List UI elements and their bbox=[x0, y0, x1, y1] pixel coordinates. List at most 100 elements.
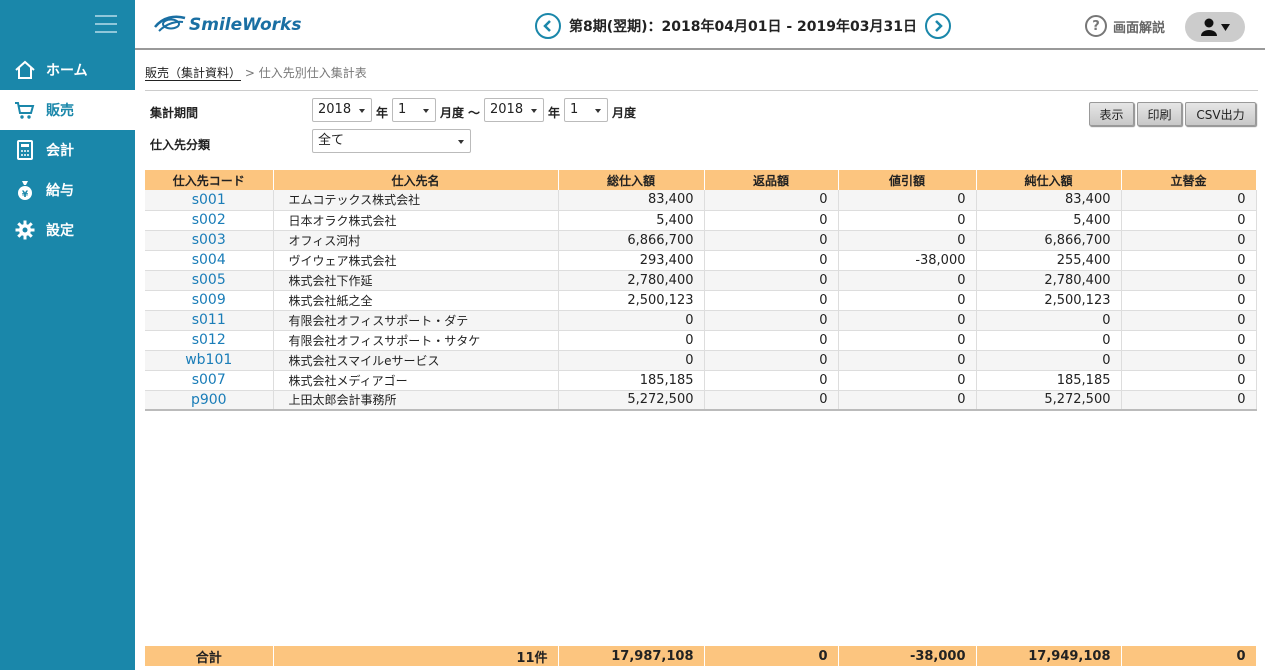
table-row[interactable]: s005 株式会社下作延 2,780,400 0 0 2,780,400 0 bbox=[145, 270, 1257, 291]
breadcrumb-parent-link[interactable]: 販売（集計資料） bbox=[145, 66, 242, 81]
column-header[interactable]: 仕入先コード bbox=[145, 170, 274, 190]
category-label: 仕入先分類 bbox=[150, 138, 211, 152]
column-header[interactable]: 返品額 bbox=[704, 170, 839, 190]
table-row[interactable]: s012 有限会社オフィスサポート・サタケ 0 0 0 0 0 bbox=[145, 330, 1257, 351]
money-bag-icon: ¥ bbox=[14, 179, 36, 201]
header: SmileWorks 第8期(翌期)：2018年04月01日 - 2019年03… bbox=[135, 0, 1265, 50]
totals-row-table: 合計 11件 17,987,108 0 -38,000 17,949,108 0 bbox=[145, 646, 1257, 666]
supplier-code-link[interactable]: s012 bbox=[145, 330, 274, 351]
previous-period-button[interactable] bbox=[535, 13, 561, 39]
column-header[interactable]: 仕入先名 bbox=[273, 170, 559, 190]
table-row[interactable]: s002 日本オラク株式会社 5,400 0 0 5,400 0 bbox=[145, 210, 1257, 231]
year-unit: 年 bbox=[376, 106, 389, 120]
advance-amount: 0 bbox=[1121, 270, 1257, 291]
help-button[interactable]: ? 画面解説 bbox=[1085, 15, 1165, 37]
caret-down-icon bbox=[423, 109, 429, 113]
supplier-name: 株式会社下作延 bbox=[273, 270, 559, 291]
user-menu-button[interactable] bbox=[1185, 12, 1245, 42]
sidebar-item-payroll[interactable]: ¥ 給与 bbox=[0, 170, 135, 210]
supplier-code-link[interactable]: s001 bbox=[145, 190, 274, 211]
advance-amount: 0 bbox=[1121, 290, 1257, 311]
table-row[interactable]: p900 上田太郎会計事務所 5,272,500 0 0 5,272,500 0 bbox=[145, 390, 1257, 411]
supplier-code-link[interactable]: s007 bbox=[145, 370, 274, 391]
gross-purchase: 5,272,500 bbox=[558, 390, 705, 411]
gross-purchase: 293,400 bbox=[558, 250, 705, 271]
supplier-code-link[interactable]: s003 bbox=[145, 230, 274, 251]
csv-export-button[interactable]: CSV出力 bbox=[1185, 102, 1256, 126]
from-year-value: 2018 bbox=[318, 102, 352, 117]
table-row[interactable]: wb101 株式会社スマイルeサービス 0 0 0 0 0 bbox=[145, 350, 1257, 371]
table-row[interactable]: s007 株式会社メディアゴー 185,185 0 0 185,185 0 bbox=[145, 370, 1257, 391]
net-purchase: 255,400 bbox=[976, 250, 1122, 271]
supplier-name: 有限会社オフィスサポート・ダテ bbox=[273, 310, 559, 331]
table-row[interactable]: s011 有限会社オフィスサポート・ダテ 0 0 0 0 0 bbox=[145, 310, 1257, 331]
supplier-code-link[interactable]: s004 bbox=[145, 250, 274, 271]
next-period-button[interactable] bbox=[925, 13, 951, 39]
table-row[interactable]: s003 オフィス河村 6,866,700 0 0 6,866,700 0 bbox=[145, 230, 1257, 251]
divider bbox=[145, 90, 1258, 91]
print-button[interactable]: 印刷 bbox=[1137, 102, 1182, 126]
supplier-code-link[interactable]: s005 bbox=[145, 270, 274, 291]
column-header[interactable]: 立替金 bbox=[1121, 170, 1257, 190]
supplier-name: 日本オラク株式会社 bbox=[273, 210, 559, 231]
to-month-select[interactable]: 1 bbox=[564, 98, 608, 122]
to-year-select[interactable]: 2018 bbox=[484, 98, 544, 122]
discount-amount: 0 bbox=[838, 230, 977, 251]
table-row[interactable]: s004 ヴイウェア株式会社 293,400 0 -38,000 255,400 0 bbox=[145, 250, 1257, 271]
discount-amount: 0 bbox=[838, 210, 977, 231]
from-year-select[interactable]: 2018 bbox=[312, 98, 372, 122]
table-row[interactable]: s009 株式会社紙之全 2,500,123 0 0 2,500,123 0 bbox=[145, 290, 1257, 311]
discount-amount: -38,000 bbox=[838, 250, 977, 271]
gear-icon bbox=[14, 219, 36, 241]
sidebar-item-sales[interactable]: 販売 bbox=[0, 90, 135, 130]
sidebar-item-settings[interactable]: 設定 bbox=[0, 210, 135, 250]
category-select[interactable]: 全て bbox=[312, 129, 471, 153]
supplier-code-link[interactable]: wb101 bbox=[145, 350, 274, 371]
supplier-name: 有限会社オフィスサポート・サタケ bbox=[273, 330, 559, 351]
fiscal-period: 第8期(翌期)：2018年04月01日 - 2019年03月31日 bbox=[569, 19, 917, 35]
caret-down-icon bbox=[595, 109, 601, 113]
totals-gross: 17,987,108 bbox=[558, 646, 705, 666]
discount-amount: 0 bbox=[838, 270, 977, 291]
advance-amount: 0 bbox=[1121, 330, 1257, 351]
user-icon bbox=[1201, 18, 1230, 36]
totals-returns: 0 bbox=[704, 646, 839, 666]
net-purchase: 2,780,400 bbox=[976, 270, 1122, 291]
logo-swoosh-icon bbox=[153, 12, 187, 38]
logo[interactable]: SmileWorks bbox=[153, 12, 301, 38]
show-button[interactable]: 表示 bbox=[1089, 102, 1134, 126]
supplier-code-link[interactable]: s011 bbox=[145, 310, 274, 331]
sidebar-item-label: ホーム bbox=[46, 63, 88, 79]
help-label: 画面解説 bbox=[1113, 20, 1166, 36]
supplier-code-link[interactable]: s002 bbox=[145, 210, 274, 231]
range-separator: 〜 bbox=[468, 106, 481, 120]
supplier-name: オフィス河村 bbox=[273, 230, 559, 251]
hamburger-menu-icon[interactable] bbox=[95, 15, 117, 35]
net-purchase: 5,272,500 bbox=[976, 390, 1122, 411]
supplier-name: 株式会社スマイルeサービス bbox=[273, 350, 559, 371]
totals-net: 17,949,108 bbox=[976, 646, 1122, 666]
supplier-name: 上田太郎会計事務所 bbox=[273, 390, 559, 411]
table-row[interactable]: s001 エムコテックス株式会社 83,400 0 0 83,400 0 bbox=[145, 190, 1257, 211]
discount-amount: 0 bbox=[838, 290, 977, 311]
period-label: 集計期間 bbox=[150, 106, 199, 120]
returns-amount: 0 bbox=[704, 350, 839, 371]
column-header[interactable]: 値引額 bbox=[838, 170, 977, 190]
supplier-code-link[interactable]: s009 bbox=[145, 290, 274, 311]
column-header[interactable]: 総仕入額 bbox=[558, 170, 705, 190]
home-icon bbox=[14, 59, 36, 81]
sidebar-item-home[interactable]: ホーム bbox=[0, 50, 135, 90]
caret-down-icon bbox=[458, 140, 464, 144]
supplier-code-link[interactable]: p900 bbox=[145, 390, 274, 411]
discount-amount: 0 bbox=[838, 310, 977, 331]
column-header[interactable]: 純仕入額 bbox=[976, 170, 1122, 190]
supplier-name: 株式会社メディアゴー bbox=[273, 370, 559, 391]
breadcrumb-separator: > bbox=[244, 66, 255, 80]
sidebar-item-accounting[interactable]: 会計 bbox=[0, 130, 135, 170]
advance-amount: 0 bbox=[1121, 190, 1257, 211]
from-month-select[interactable]: 1 bbox=[392, 98, 436, 122]
totals-discount: -38,000 bbox=[838, 646, 977, 666]
returns-amount: 0 bbox=[704, 370, 839, 391]
year-unit: 年 bbox=[548, 106, 561, 120]
gross-purchase: 2,500,123 bbox=[558, 290, 705, 311]
